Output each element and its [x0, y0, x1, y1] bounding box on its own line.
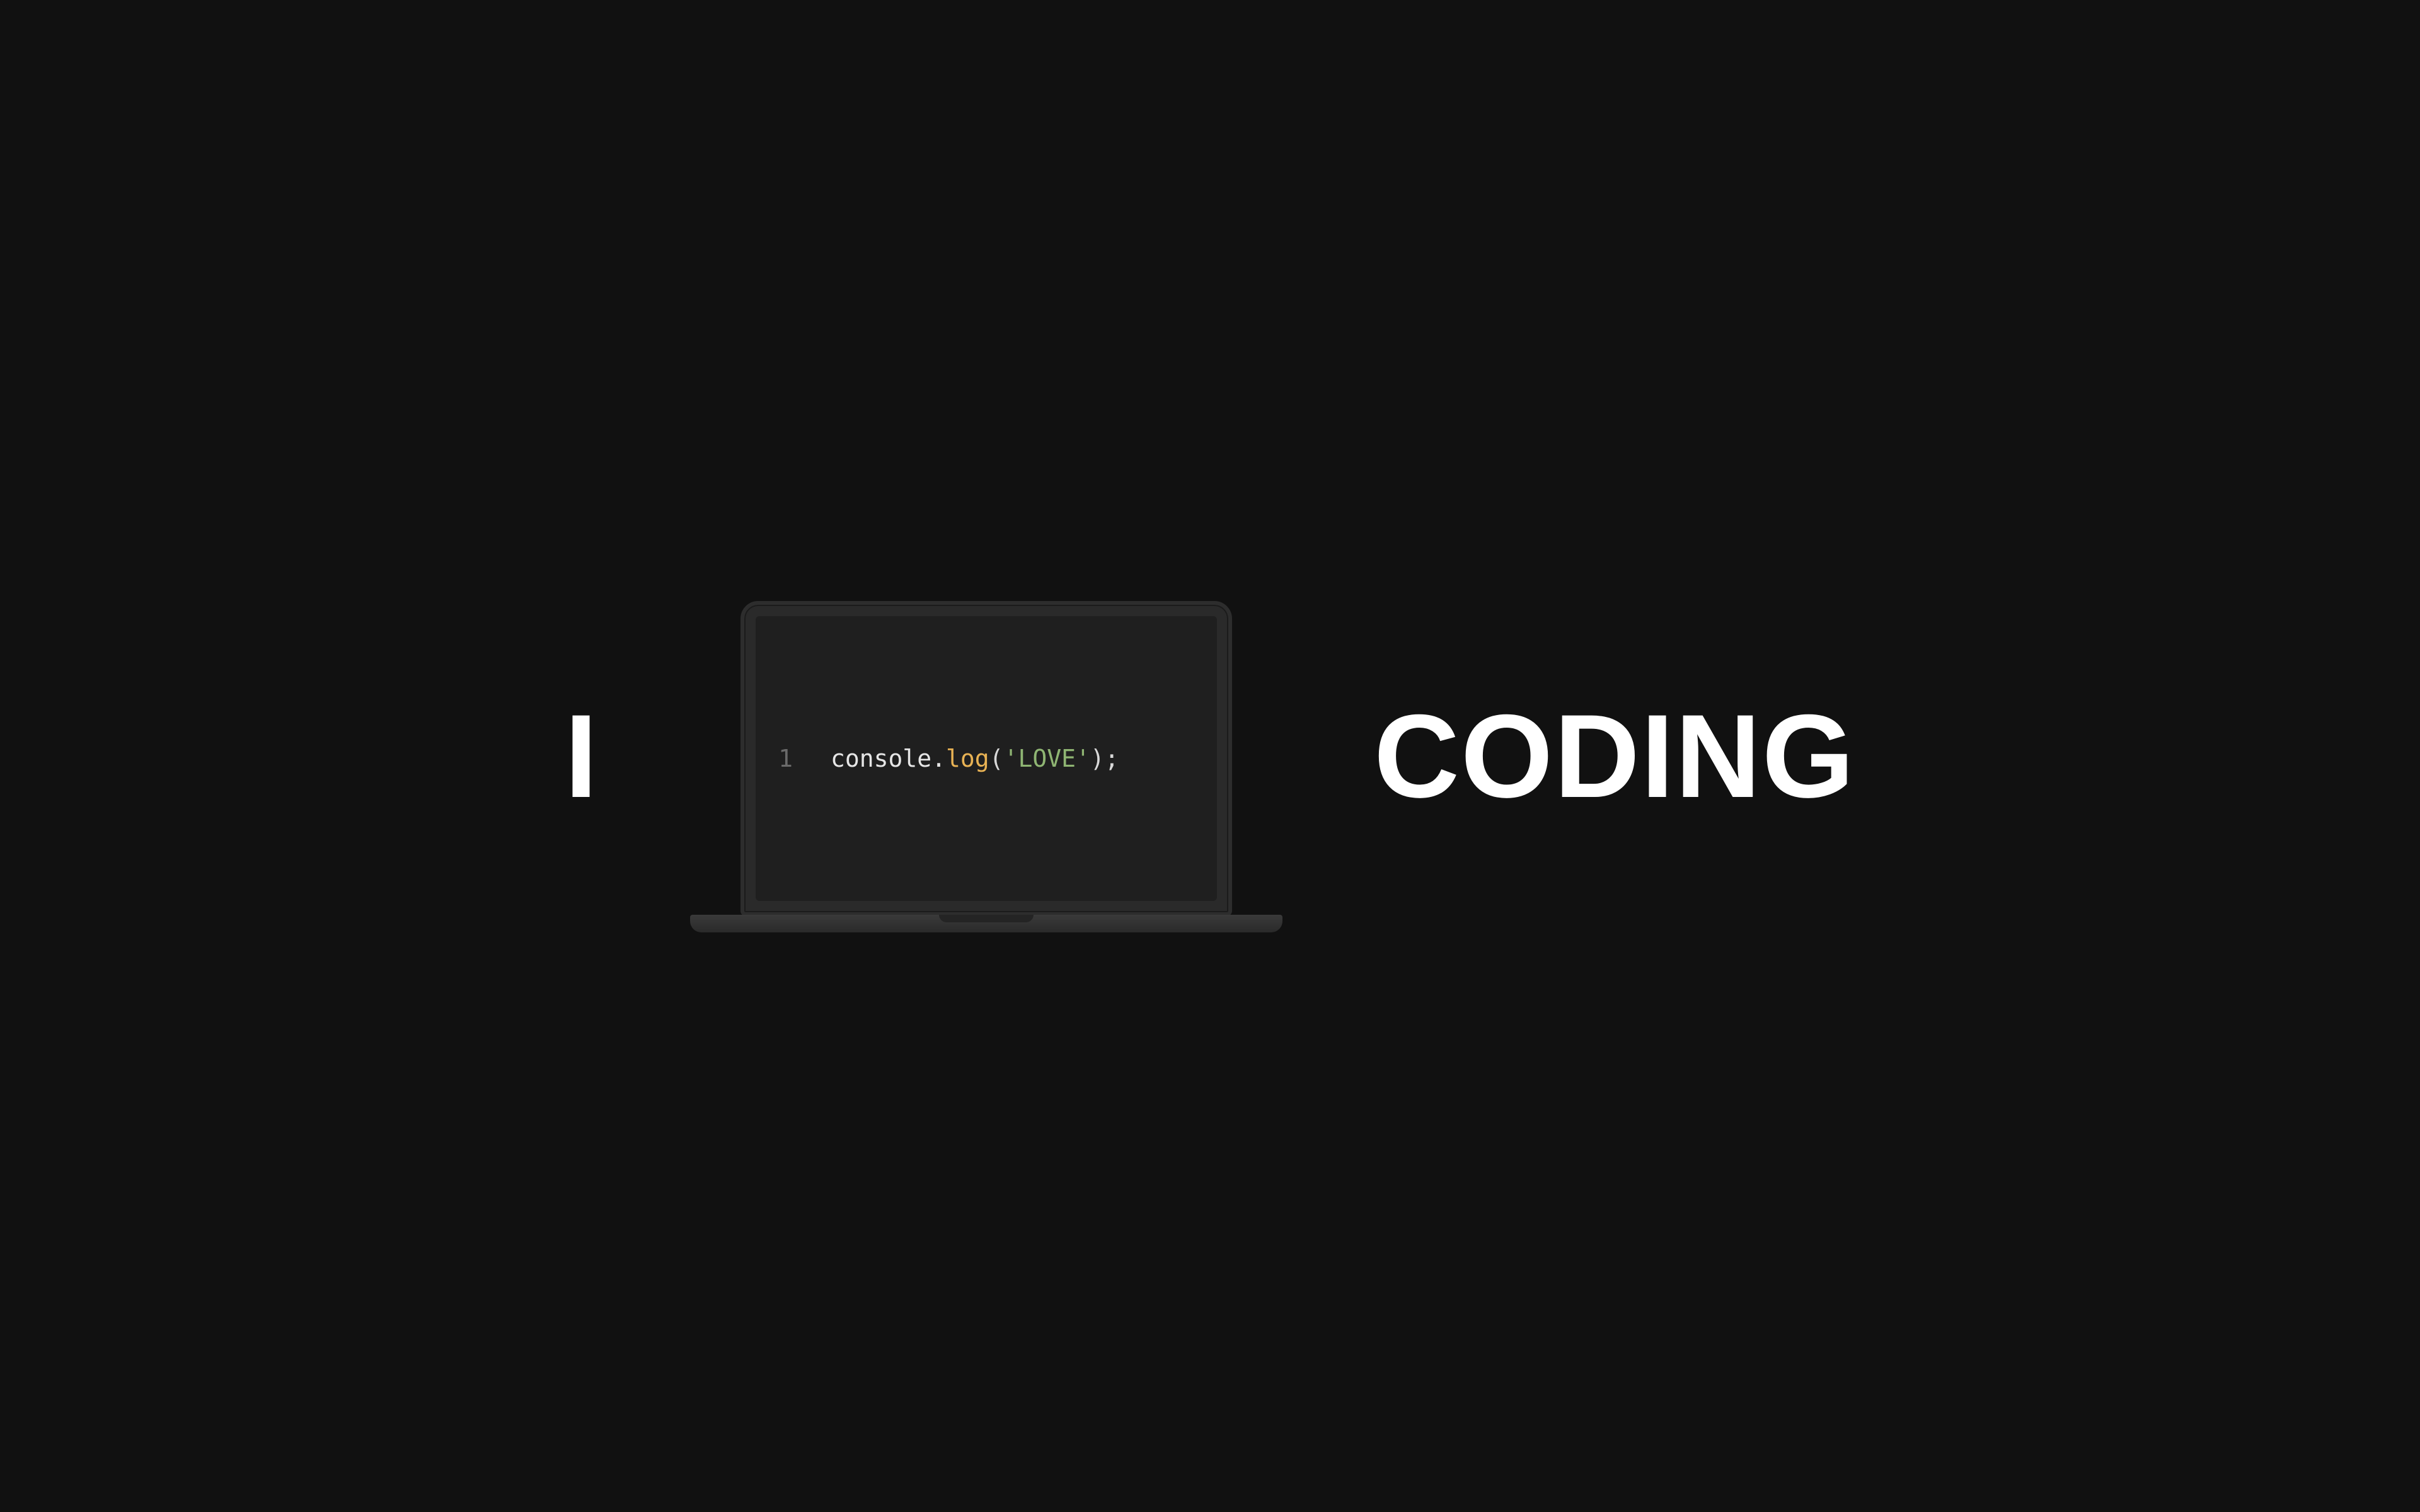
line-number: 1	[778, 745, 793, 772]
laptop-screen: 1 console.log('LOVE');	[756, 616, 1217, 901]
wallpaper-canvas: I 1 console.log('LOVE'); CODING	[0, 0, 2420, 1512]
laptop-lid: 1 console.log('LOVE');	[740, 601, 1232, 916]
token-dot: .	[931, 745, 946, 772]
main-row: I 1 console.log('LOVE'); CODING	[565, 580, 1855, 932]
word-right: CODING	[1374, 697, 1855, 815]
token-close-paren: )	[1090, 745, 1105, 772]
token-semi: ;	[1105, 745, 1119, 772]
token-string: 'LOVE'	[1004, 745, 1090, 772]
code-content: console.log('LOVE');	[831, 745, 1119, 772]
code-line: 1 console.log('LOVE');	[778, 745, 1119, 772]
token-method: log	[946, 745, 989, 772]
laptop-base	[690, 915, 1282, 932]
laptop-icon: 1 console.log('LOVE');	[687, 580, 1286, 932]
word-left: I	[565, 697, 599, 815]
token-object: console	[831, 745, 931, 772]
token-open-paren: (	[989, 745, 1004, 772]
